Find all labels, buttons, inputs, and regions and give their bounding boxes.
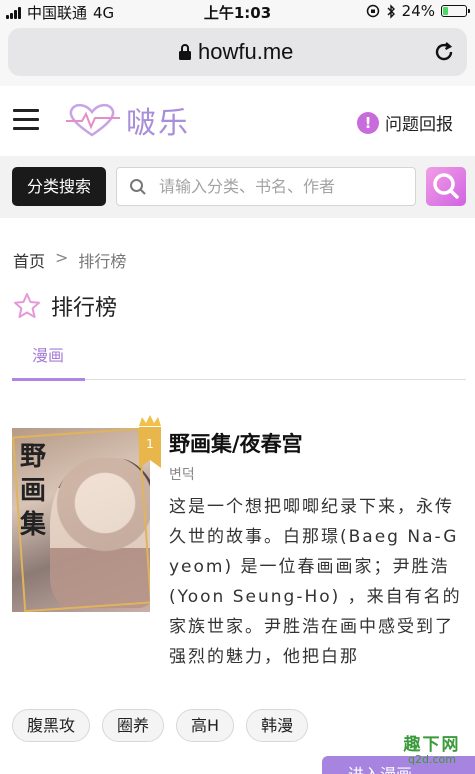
page-title-text: 排行榜 [51,296,118,321]
feedback-link[interactable]: ! 问题回报 [357,110,453,135]
search-bar: 分类搜索 [0,156,475,218]
search-submit-button[interactable] [426,167,466,206]
url-field[interactable]: howfu.me [8,28,467,76]
tag-item[interactable]: 高H [176,709,235,742]
breadcrumb-separator: > [55,248,69,267]
tag-list: 腹黑攻 圈养 高H 韩漫 [12,709,309,742]
reload-icon[interactable] [431,39,457,65]
url-text: howfu.me [198,39,294,64]
tab-active-indicator [12,378,85,381]
crown-icon: 1 [139,415,161,468]
orientation-lock-icon [366,4,379,18]
heart-logo-icon [66,103,120,137]
watermark-title: 趣下网 [403,735,461,755]
breadcrumb-home[interactable]: 首页 [13,248,45,272]
status-bar: 中国联通 4G 上午1:03 24% [0,0,475,24]
star-icon [14,293,40,318]
book-description: 这是一个想把唧唧纪录下来，永传久世的故事。白那璟(Baeg Na-Gyeom) … [169,497,462,667]
alert-icon: ! [357,111,379,134]
site-header: 啵乐 ! 问题回报 [0,86,475,156]
site-logo[interactable]: 啵乐 [64,100,190,141]
feedback-label: 问题回报 [385,115,453,135]
search-field[interactable] [116,167,416,206]
search-icon [130,179,146,195]
site-watermark: 趣下网 q2d.com [395,730,469,766]
book-title[interactable]: 野画集/夜春宫 [169,428,303,458]
book-cover[interactable]: 野画集 [12,428,150,612]
battery-icon [441,5,470,17]
battery-percent: 24% [401,2,435,20]
cover-calligraphy: 野画集 [20,442,47,540]
logo-text: 啵乐 [126,106,190,141]
lock-icon [179,44,191,60]
tab-comics[interactable]: 漫画 [12,342,84,366]
tag-item[interactable]: 圈养 [102,709,165,742]
tag-item[interactable]: 韩漫 [246,709,309,742]
browser-bar: howfu.me [0,24,475,86]
breadcrumb: 首页 > 排行榜 [13,248,126,272]
category-search-button[interactable]: 分类搜索 [12,167,106,206]
menu-icon[interactable] [13,109,39,131]
book-author: 변덕 [169,467,195,483]
rank-badge: 1 [138,414,162,470]
category-tabs: 漫画 [12,332,466,381]
tag-item[interactable]: 腹黑攻 [12,709,91,742]
search-icon [433,173,459,199]
bluetooth-icon [387,3,395,19]
rank-number: 1 [146,437,154,451]
page-title: 排行榜 [13,290,117,322]
search-input[interactable] [159,168,409,205]
breadcrumb-current: 排行榜 [78,252,127,271]
